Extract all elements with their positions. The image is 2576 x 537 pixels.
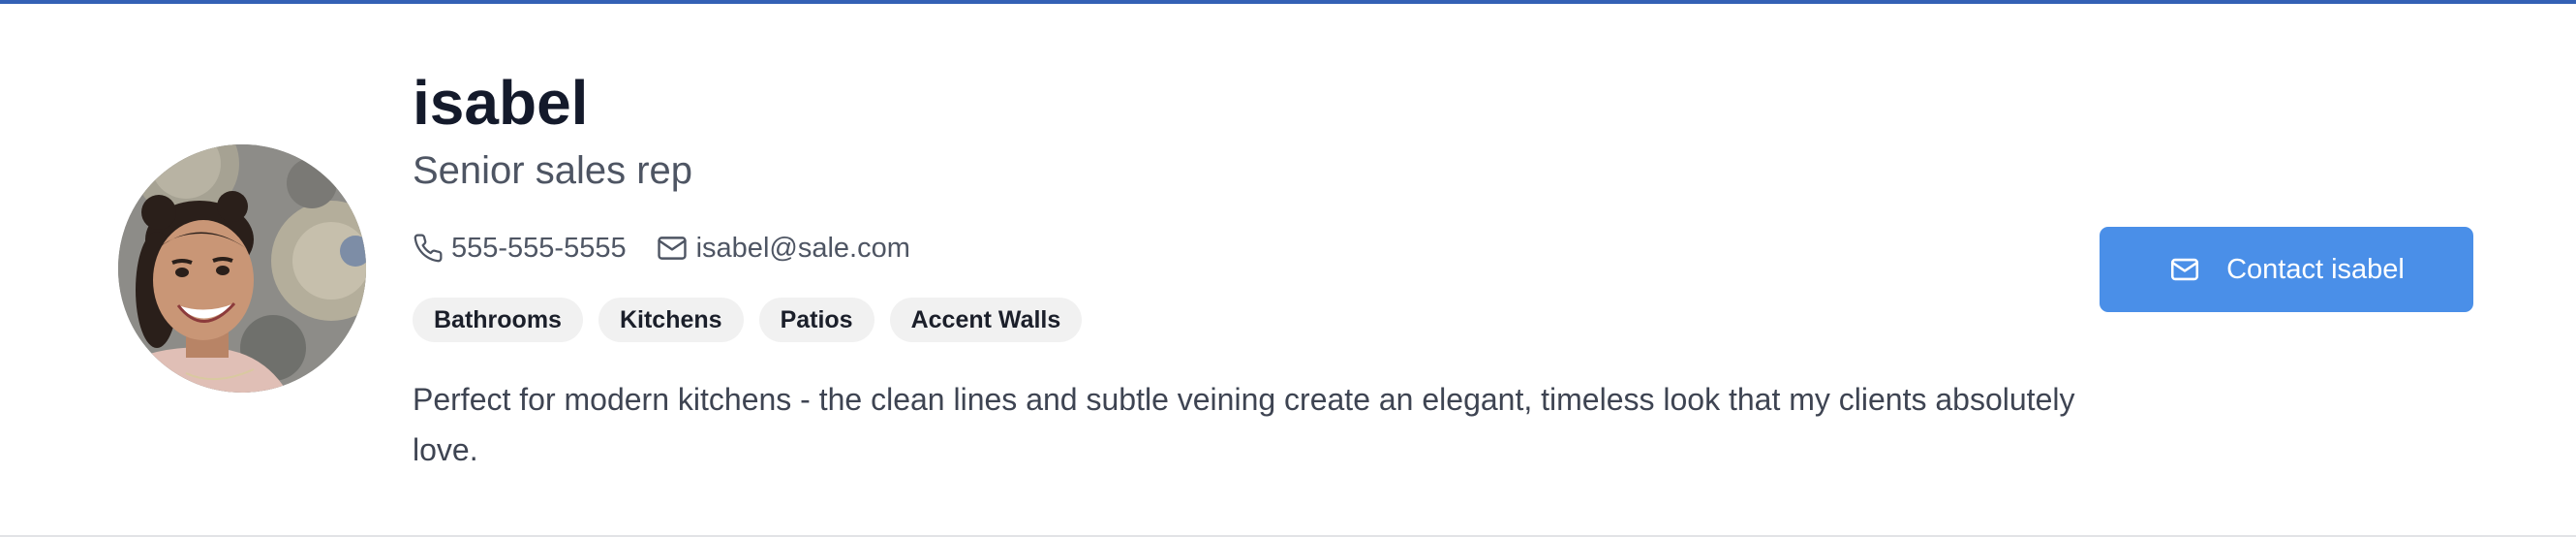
- contact-button-label: Contact isabel: [2226, 253, 2405, 285]
- contact-details: 555-555-5555 isabel@sale.com: [413, 229, 910, 268]
- contact-button[interactable]: Contact isabel: [2100, 227, 2473, 312]
- tag-accent-walls: Accent Walls: [889, 298, 1083, 342]
- top-accent-bar: [0, 0, 2576, 4]
- tag-patios: Patios: [758, 298, 874, 342]
- avatar-photo: [118, 144, 366, 393]
- email-contact[interactable]: isabel@sale.com: [656, 232, 910, 265]
- phone-contact[interactable]: 555-555-5555: [413, 233, 627, 265]
- mail-icon: [2171, 258, 2199, 281]
- testimonial-quote: Perfect for modern kitchens - the clean …: [413, 382, 2075, 467]
- phone-number: 555-555-5555: [451, 232, 627, 264]
- phone-icon: [414, 234, 443, 263]
- tag-kitchens: Kitchens: [598, 298, 744, 342]
- specialty-tags: Bathrooms Kitchens Patios Accent Walls: [413, 298, 1097, 342]
- profile-role: Senior sales rep: [413, 149, 693, 192]
- avatar: [118, 144, 366, 393]
- profile-name: isabel: [413, 68, 589, 138]
- email-address: isabel@sale.com: [695, 232, 910, 264]
- mail-icon: [657, 237, 687, 260]
- tag-bathrooms: Bathrooms: [413, 298, 583, 342]
